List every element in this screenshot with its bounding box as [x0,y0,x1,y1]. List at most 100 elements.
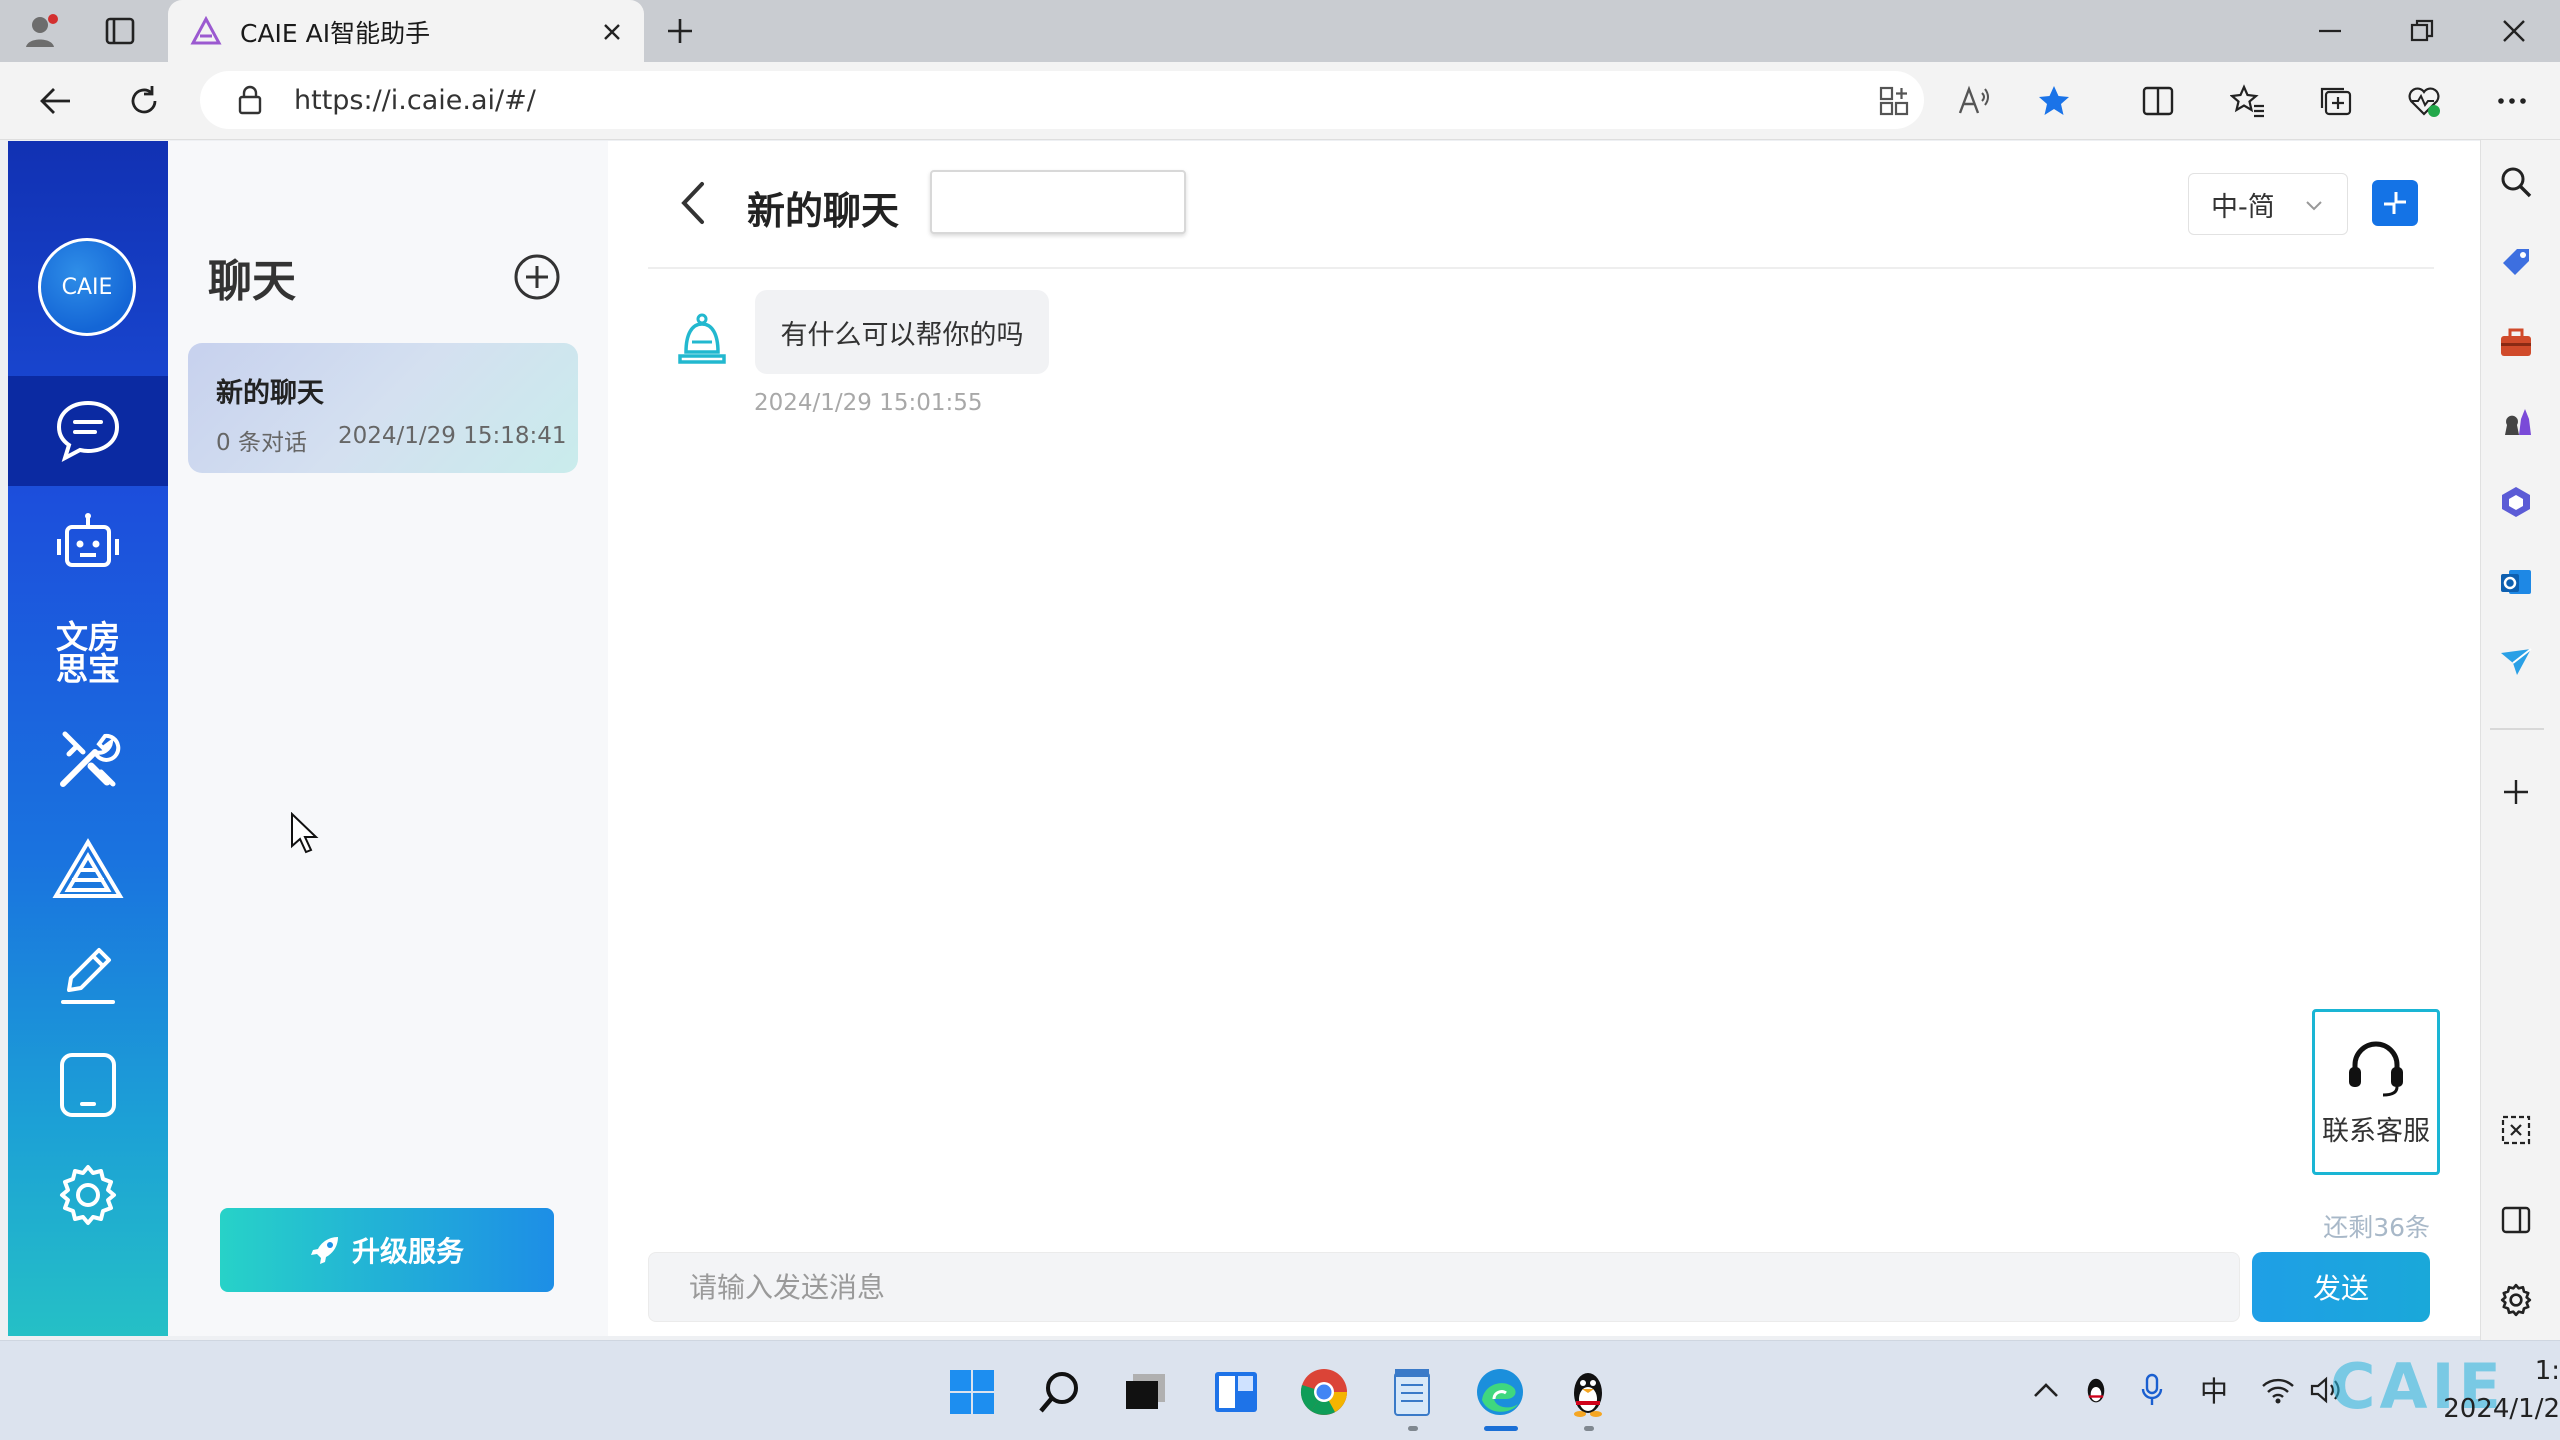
send-button[interactable]: 发送 [2252,1252,2430,1322]
edge-icon [1474,1366,1526,1418]
nav-wenfang-sibao[interactable]: 文房 思宝 [8,598,168,708]
star-filled-icon [2036,83,2072,119]
taskbar-task-view[interactable] [1116,1362,1176,1422]
gear-icon [2499,1283,2533,1317]
more-dots-icon [2497,97,2527,105]
bot-avatar [676,312,728,368]
sidebar-add-button[interactable] [2488,764,2544,820]
language-select[interactable]: 中-简 [2188,173,2348,235]
rocket-icon [310,1235,352,1265]
nav-tools[interactable] [8,704,168,814]
tag-icon [2499,245,2533,279]
sidebar-games-button[interactable] [2488,394,2544,450]
app-logo[interactable]: CAIE [38,238,136,336]
more-button[interactable] [2482,71,2542,131]
apps-button[interactable] [1864,71,1924,131]
taskbar-qq[interactable] [1558,1362,1618,1422]
profile-icon [22,11,62,51]
tab-actions-icon [103,14,137,48]
chat-list-item[interactable]: 新的聊天 0 条对话 2024/1/29 15:18:41 [188,343,578,473]
sidebar-drop-button[interactable] [2488,634,2544,690]
taskbar-edge[interactable] [1470,1362,1530,1422]
taskbar-search[interactable] [1030,1362,1090,1422]
heart-pulse-icon [2406,84,2442,118]
clock-date: 2024/1/2 [2443,1394,2560,1424]
lock-icon[interactable] [236,84,264,116]
nav-mobile[interactable] [8,1030,168,1140]
send-label: 发送 [2312,1272,2369,1305]
taskbar-widgets[interactable] [1206,1362,1266,1422]
sidebar-search-button[interactable] [2488,154,2544,210]
tab-title: CAIE AI智能助手 [240,19,431,48]
upgrade-button[interactable]: 升级服务 [220,1208,554,1292]
nav-robot[interactable] [8,488,168,598]
tray-show-hidden[interactable] [2026,1370,2066,1410]
tab-active[interactable]: CAIE AI智能助手 [168,0,644,64]
screenshot-button[interactable] [2488,1102,2544,1158]
chess-icon [2499,405,2533,439]
chat-item-title: 新的聊天 [216,378,324,409]
nav-settings[interactable] [8,1140,168,1250]
back-button[interactable] [26,71,86,131]
microphone-icon [2140,1373,2164,1407]
robot-icon [55,511,121,575]
edge-sidebar-divider [2490,728,2544,730]
nav-chat[interactable] [8,376,168,486]
browser-essentials-button[interactable] [2394,71,2454,131]
edge-active-indicator [1484,1426,1518,1431]
language-value: 中-简 [2211,191,2275,223]
tab-actions-button[interactable] [92,3,148,59]
favorite-button[interactable] [2024,71,2084,131]
tab-close-icon[interactable] [600,20,624,44]
taskbar-chrome[interactable] [1294,1362,1354,1422]
tray-qq[interactable] [2076,1370,2116,1410]
chat-back-button[interactable] [672,178,714,228]
chat-item-count: 0 条对话 [216,430,307,456]
taskbar [0,1340,2560,1440]
read-aloud-icon [1957,85,1991,117]
address-bar[interactable]: https://i.caie.ai/#/ [200,71,1924,129]
triangle-logo-icon [52,838,124,900]
profile-button[interactable] [14,3,70,59]
close-window-button[interactable] [2486,3,2542,59]
tray-microphone[interactable] [2132,1370,2172,1410]
tray-clock[interactable]: 1: 2024/1/2 [2420,1352,2560,1428]
tray-wifi[interactable] [2258,1370,2298,1410]
refresh-button[interactable] [114,71,174,131]
favorites-button[interactable] [2218,71,2278,131]
sidebar-settings-button[interactable] [2488,1272,2544,1328]
new-chat-button[interactable] [512,252,562,302]
minimize-button[interactable] [2302,3,2358,59]
site-favicon-icon [190,16,222,48]
chevron-up-icon [2032,1380,2060,1400]
tray-ime[interactable]: 中 [2194,1370,2234,1410]
header-divider [648,267,2434,269]
chat-list-title: 聊天 [208,256,296,307]
sidebar-shopping-button[interactable] [2488,234,2544,290]
split-screen-button[interactable] [2128,71,2188,131]
sidebar-tools-button[interactable] [2488,314,2544,370]
refresh-icon [126,83,162,119]
bot-message-bubble: 有什么可以帮你的吗 [755,290,1049,374]
collections-button[interactable] [2306,71,2366,131]
sidebar-outlook-button[interactable] [2488,554,2544,610]
hide-sidebar-button[interactable] [2488,1192,2544,1248]
new-tab-button[interactable] [652,3,708,59]
restore-button[interactable] [2394,3,2450,59]
message-input[interactable] [648,1252,2240,1322]
read-aloud-button[interactable] [1944,71,2004,131]
chat-icon [53,398,123,464]
arrow-left-icon [38,83,74,119]
nav-caie-models[interactable] [8,814,168,924]
url-text[interactable]: https://i.caie.ai/#/ [294,85,536,116]
sidebar-m365-button[interactable] [2488,474,2544,530]
nav-write[interactable] [8,920,168,1030]
chat-title-input[interactable] [930,170,1186,234]
expand-button[interactable] [2372,180,2418,226]
taskbar-start[interactable] [942,1362,1002,1422]
chevron-left-icon [672,178,714,228]
restore-icon [2409,18,2435,44]
contact-service-button[interactable]: 联系客服 [2312,1009,2440,1175]
taskbar-notepad[interactable] [1382,1362,1442,1422]
clock-time: 1: [2534,1356,2560,1386]
